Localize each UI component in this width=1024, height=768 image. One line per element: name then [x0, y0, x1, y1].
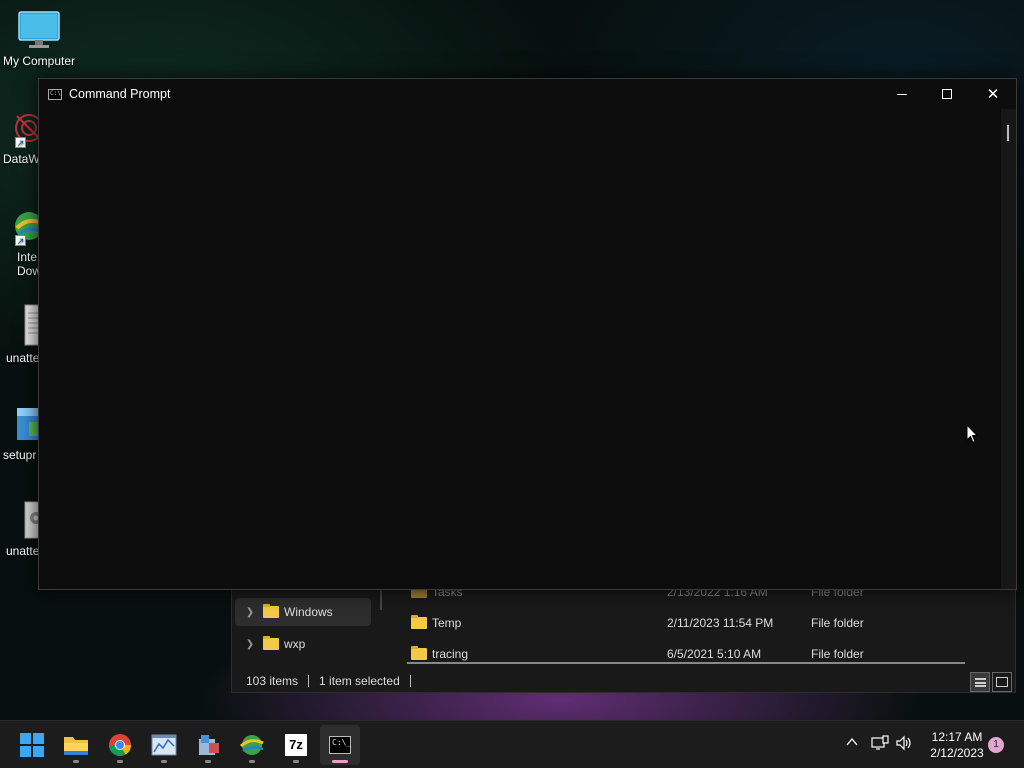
running-indicator	[205, 760, 211, 763]
running-indicator	[117, 760, 123, 763]
file-type: File folder	[811, 616, 864, 630]
file-explorer-window: ❯ Windows ❯ wxp Tasks 2/13/2022 1:16 AM …	[231, 575, 1016, 693]
clock-time: 12:17 AM	[931, 730, 983, 744]
taskbar-command-prompt[interactable]: C:\_	[320, 725, 360, 765]
taskbar-idm[interactable]	[232, 725, 272, 765]
folder-icon	[411, 646, 427, 660]
7zip-label: 7z	[289, 737, 303, 752]
item-count: 103 items	[246, 674, 299, 688]
volume-icon[interactable]	[895, 735, 913, 754]
maximize-icon	[942, 89, 952, 99]
taskbar-file-explorer[interactable]	[56, 725, 96, 765]
status-separator	[308, 675, 310, 687]
status-bar: 103 items 1 item selected	[232, 670, 1017, 692]
windows-logo-icon	[20, 733, 44, 757]
nav-item-windows[interactable]: ❯ Windows	[235, 598, 371, 626]
status-separator	[409, 675, 411, 687]
mouse-cursor-icon	[966, 423, 979, 447]
file-date: 6/5/2021 5:10 AM	[667, 647, 762, 661]
taskbar-resource-monitor[interactable]	[144, 725, 184, 765]
details-view-button[interactable]	[970, 672, 990, 692]
close-button[interactable]: ✕	[970, 79, 1016, 109]
cmd-icon: C:\_	[329, 736, 351, 754]
details-view-icon	[974, 677, 986, 687]
selection-count: 1 item selected	[319, 674, 400, 688]
large-icons-view-button[interactable]	[992, 672, 1012, 692]
idm-globe-icon	[239, 735, 264, 755]
maximize-button[interactable]	[924, 79, 970, 109]
taskbar-7zip[interactable]: 7z	[276, 725, 316, 765]
regedit-icon	[199, 735, 219, 755]
chart-window-icon	[151, 734, 177, 756]
file-row[interactable]: Temp 2/11/2023 11:54 PM File folder	[407, 611, 1007, 635]
running-indicator	[161, 760, 167, 763]
command-prompt-window[interactable]: C:\ Command Prompt ✕	[38, 78, 1017, 590]
nav-item-label: wxp	[284, 637, 306, 651]
large-icons-view-icon	[996, 677, 1008, 687]
running-indicator	[73, 760, 79, 763]
running-indicator	[293, 760, 299, 763]
taskbar-chrome[interactable]	[100, 725, 140, 765]
chevron-right-icon[interactable]: ❯	[235, 607, 259, 618]
window-title: Command Prompt	[69, 87, 171, 101]
nav-item-wxp[interactable]: ❯ wxp	[235, 630, 371, 658]
cmd-icon: C:\	[48, 88, 62, 100]
notification-badge[interactable]: 1	[988, 737, 1004, 753]
folder-icon	[263, 604, 279, 618]
chevron-up-icon[interactable]	[845, 735, 859, 752]
console-output[interactable]	[39, 109, 1001, 589]
system-clock[interactable]: 12:17 AM 2/12/2023	[918, 729, 996, 761]
shortcut-arrow-icon: ↗	[15, 235, 26, 246]
running-indicator	[249, 760, 255, 763]
folder-icon	[263, 636, 279, 650]
desktop-icon-label: My Computer	[2, 54, 76, 68]
file-date: 2/11/2023 11:54 PM	[667, 616, 774, 630]
minimize-button[interactable]	[879, 79, 925, 109]
folder-icon	[411, 615, 427, 629]
network-icon[interactable]	[871, 735, 889, 754]
taskbar-registry-editor[interactable]	[188, 725, 228, 765]
file-name: Temp	[432, 616, 462, 630]
monitor-icon	[17, 10, 61, 50]
desktop-icon-my-computer[interactable]: My Computer	[0, 10, 79, 68]
scrollbar-thumb[interactable]	[1007, 125, 1009, 141]
vertical-scrollbar[interactable]	[1001, 109, 1016, 589]
horizontal-scrollbar[interactable]	[407, 662, 965, 664]
folder-icon	[64, 737, 88, 755]
shortcut-arrow-icon: ↗	[15, 137, 26, 148]
title-bar[interactable]: C:\ Command Prompt ✕	[39, 79, 1016, 109]
clock-date: 2/12/2023	[930, 746, 984, 760]
start-button[interactable]	[12, 725, 52, 765]
running-indicator	[332, 760, 348, 763]
file-type: File folder	[811, 647, 864, 661]
chrome-icon	[109, 734, 131, 756]
close-icon: ✕	[986, 85, 1000, 103]
minimize-icon	[897, 93, 907, 95]
nav-item-label: Windows	[284, 605, 333, 619]
chevron-right-icon[interactable]: ❯	[235, 639, 259, 650]
file-name: tracing	[432, 647, 469, 661]
taskbar: 7z C:\_ 12:17 AM 2/12/2023 1	[0, 720, 1024, 768]
7zip-icon: 7z	[285, 734, 307, 756]
